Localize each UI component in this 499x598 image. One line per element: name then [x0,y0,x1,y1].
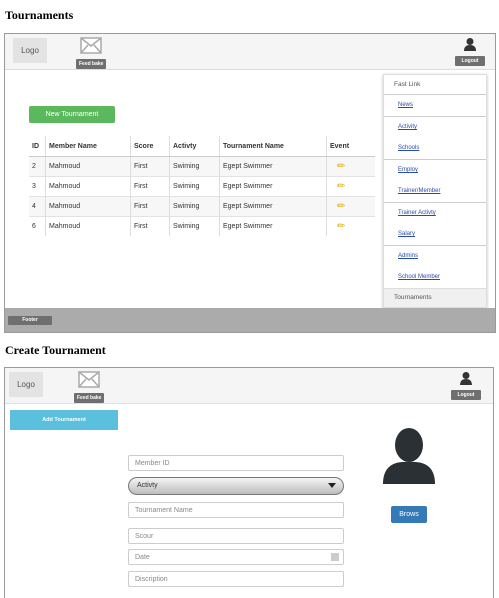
col-header-tournament-name: Tournament Name [219,136,327,157]
browse-button[interactable]: Brows [391,506,427,523]
footer-label: Footer [8,316,52,325]
description-field[interactable]: Discription [128,571,344,587]
cell-id: 2 [29,156,46,177]
user-icon [464,38,476,51]
user-menu[interactable]: Logout [455,37,485,66]
edit-pencil-icon[interactable]: ✏ [337,161,345,172]
cell-id: 4 [29,196,46,217]
tournament-name-field[interactable]: Tournament Name [128,502,344,518]
mail-icon [80,37,102,54]
cell-activity: Swiming [169,216,220,236]
feedback-link[interactable]: Feed bake [76,37,107,69]
activity-select[interactable]: Activty [128,477,344,495]
fast-link-schools[interactable]: Schools [384,138,486,159]
new-tournament-button[interactable]: New Tournament [29,106,115,123]
table-row: 2 Mahmoud First Swiming Egept Swimmer ✏ [29,156,375,177]
date-field[interactable]: Date [128,549,344,565]
chevron-down-icon [328,483,336,488]
logo: Logo [9,372,43,397]
feedback-button[interactable]: Feed bake [74,393,105,403]
cell-activity: Swiming [169,176,220,197]
fast-link-employ[interactable]: Employ [384,159,486,181]
cell-event: ✏ [326,196,375,217]
cell-member-name: Mahmoud [45,156,131,177]
fast-link-panel: Fast Link News Activity Schools Employ T… [383,74,487,308]
cell-score: First [130,196,170,217]
fast-link-title: Fast Link [394,81,421,88]
cell-activity: Swiming [169,196,220,217]
tournaments-table: ID Member Name Score Activty Tournament … [29,136,375,236]
cell-id: 6 [29,216,46,236]
logout-button[interactable]: Logout [451,390,481,400]
create-tournament-frame: Logo Feed bake Logout Add Tournament Mem… [4,367,494,598]
fast-link-news[interactable]: News [384,94,486,116]
col-header-activity: Activty [169,136,220,157]
cell-activity: Swiming [169,156,220,177]
cell-event: ✏ [326,156,375,177]
cell-event: ✏ [326,216,375,236]
footer: Footer [5,308,495,332]
cell-tournament-name: Egept Swimmer [219,156,327,177]
table-header-row: ID Member Name Score Activty Tournament … [29,136,375,157]
edit-pencil-icon[interactable]: ✏ [337,201,345,212]
fast-link-admins[interactable]: Admins [384,245,486,267]
fast-link-activity[interactable]: Activity [384,116,486,138]
avatar-placeholder-icon [383,428,435,484]
fast-link-trainer-activity[interactable]: Trainer Activty [384,202,486,224]
col-header-id: ID [29,136,46,157]
logo: Logo [13,38,47,63]
col-header-score: Score [130,136,170,157]
top-bar: Logo Feed bake Logout [5,368,493,404]
activity-select-value: Activty [137,482,158,489]
page-heading-tournaments: Tournaments [5,8,74,22]
cell-member-name: Mahmoud [45,196,131,217]
table-row: 3 Mahmoud First Swiming Egept Swimmer ✏ [29,176,375,197]
cell-tournament-name: Egept Swimmer [219,196,327,217]
table-row: 6 Mahmoud First Swiming Egept Swimmer ✏ [29,216,375,236]
cell-member-name: Mahmoud [45,176,131,197]
fast-link-current-tournaments[interactable]: Tournaments [384,288,486,307]
mail-icon [78,371,100,388]
fast-link-school-member[interactable]: School Member [384,267,486,288]
cell-score: First [130,156,170,177]
member-id-field[interactable]: Member ID [128,455,344,471]
feedback-button[interactable]: Feed bake [76,59,107,69]
add-tournament-button[interactable]: Add Tournament [10,410,118,430]
cell-event: ✏ [326,176,375,197]
tournaments-frame: Logo Feed bake Logout New Tournament ID … [4,33,496,333]
edit-pencil-icon[interactable]: ✏ [337,181,345,192]
calendar-icon[interactable] [331,553,339,561]
cell-tournament-name: Egept Swimmer [219,216,327,236]
user-icon [460,372,472,385]
cell-member-name: Mahmoud [45,216,131,236]
top-bar: Logo Feed bake Logout [5,34,495,70]
page-heading-create-tournament: Create Tournament [5,343,106,357]
col-header-member-name: Member Name [45,136,131,157]
logout-button[interactable]: Logout [455,56,485,66]
fast-link-salary[interactable]: Salary [384,224,486,245]
col-header-event: Event [326,136,375,157]
feedback-link[interactable]: Feed bake [74,371,105,403]
user-menu[interactable]: Logout [451,371,481,400]
cell-score: First [130,216,170,236]
table-row: 4 Mahmoud First Swiming Egept Swimmer ✏ [29,196,375,217]
cell-id: 3 [29,176,46,197]
score-field[interactable]: Scour [128,528,344,544]
fast-link-trainer-member[interactable]: Trainer/Member [384,181,486,202]
cell-tournament-name: Egept Swimmer [219,176,327,197]
edit-pencil-icon[interactable]: ✏ [337,221,345,232]
date-placeholder: Date [135,554,150,561]
cell-score: First [130,176,170,197]
